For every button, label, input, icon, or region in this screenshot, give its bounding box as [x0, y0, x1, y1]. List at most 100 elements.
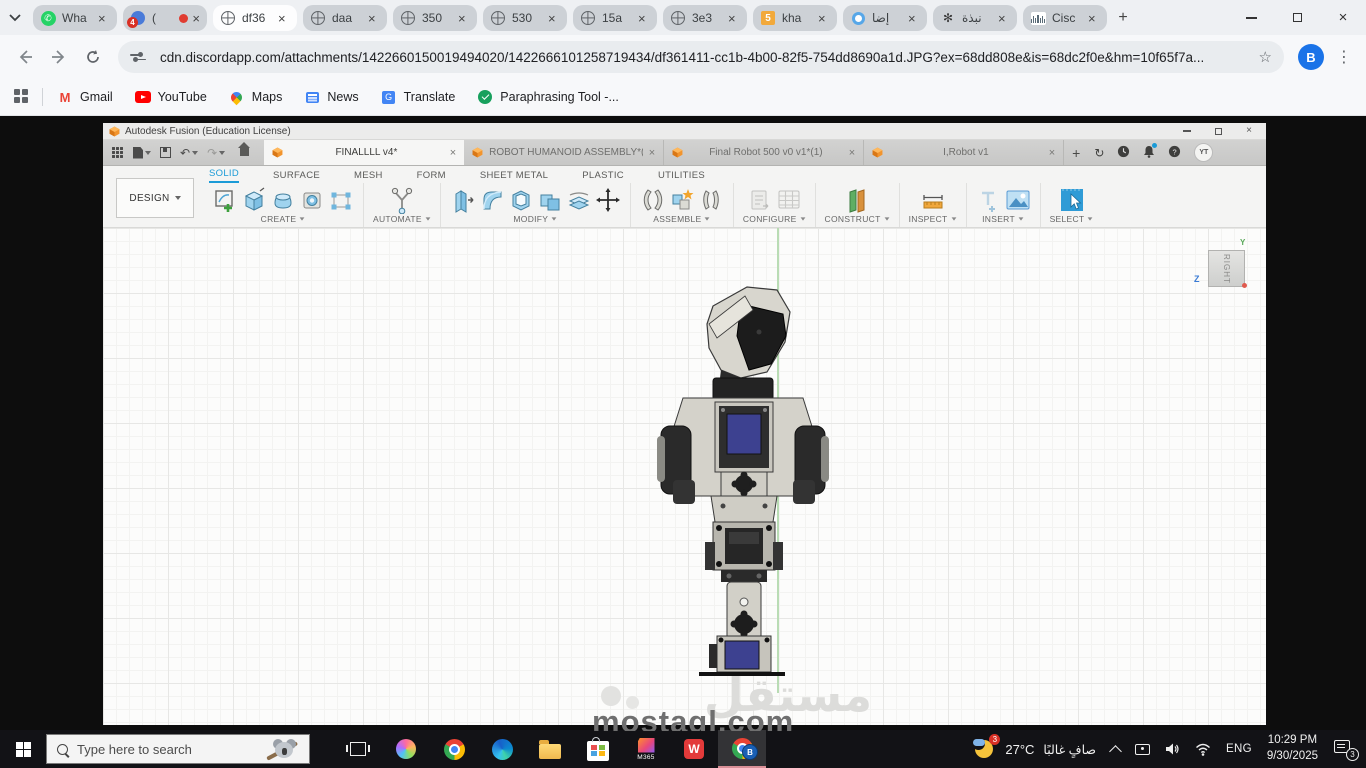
- bookmark-paraphrasing-tool[interactable]: Paraphrasing Tool -...: [477, 89, 619, 105]
- browser-tab-kha[interactable]: 5 kha ×: [753, 5, 837, 31]
- fusion-restore-icon[interactable]: [1215, 128, 1222, 135]
- bookmark-translate[interactable]: G Translate: [381, 89, 456, 105]
- fusion-close-icon[interactable]: ×: [1246, 126, 1252, 136]
- file-menu-icon[interactable]: [133, 147, 151, 159]
- tab-sheet-metal[interactable]: SHEET METAL: [480, 170, 548, 183]
- extrude-icon[interactable]: [241, 186, 267, 214]
- fusion-doc-tab-robot-humanoid[interactable]: ROBOT HUMANOID ASSEMBLY*(1) ×: [464, 140, 664, 165]
- browser-menu-icon[interactable]: ⋮: [1332, 47, 1356, 67]
- group-label-automate[interactable]: AUTOMATE: [373, 214, 431, 224]
- tab-close-icon[interactable]: ×: [368, 12, 376, 25]
- tab-utilities[interactable]: UTILITIES: [658, 170, 705, 183]
- data-panel-icon[interactable]: [112, 147, 124, 159]
- doc-tab-close-icon[interactable]: ×: [450, 147, 456, 159]
- new-tab-button[interactable]: +: [1110, 5, 1136, 31]
- profile-avatar[interactable]: B: [1298, 44, 1324, 70]
- tab-close-icon[interactable]: ×: [908, 12, 916, 25]
- file-explorer-button[interactable]: [526, 730, 574, 768]
- configuration-table-icon[interactable]: [776, 186, 802, 214]
- tab-close-icon[interactable]: ×: [1088, 12, 1096, 25]
- bookmark-youtube[interactable]: YouTube: [135, 89, 207, 105]
- minimize-button[interactable]: [1228, 0, 1274, 35]
- copilot-button[interactable]: [382, 730, 430, 768]
- group-label-create[interactable]: CREATE: [261, 214, 306, 224]
- move-copy-icon[interactable]: [595, 186, 621, 214]
- tab-solid[interactable]: SOLID: [209, 168, 239, 183]
- tab-close-icon[interactable]: ×: [278, 12, 286, 25]
- tab-close-icon[interactable]: ×: [548, 12, 556, 25]
- tab-form[interactable]: FORM: [417, 170, 446, 183]
- browser-tab-15a[interactable]: 15a ×: [573, 5, 657, 31]
- notification-center-button[interactable]: 3: [1334, 739, 1356, 759]
- bookmark-gmail[interactable]: M Gmail: [57, 89, 113, 105]
- fusion-canvas[interactable]: RIGHT Z Y مستقل: [103, 228, 1266, 725]
- weather-temp[interactable]: 27°C: [1005, 742, 1034, 757]
- tab-close-icon[interactable]: ×: [818, 12, 826, 25]
- weather-description[interactable]: صافٍ غالبًا: [1043, 742, 1096, 757]
- browser-tab-df36-active[interactable]: df36 ×: [213, 5, 297, 31]
- hole-icon[interactable]: [299, 186, 325, 214]
- group-label-assemble[interactable]: ASSEMBLE: [653, 214, 710, 224]
- undo-icon[interactable]: ↶: [180, 147, 198, 159]
- taskbar-clock[interactable]: 10:29 PM 9/30/2025: [1267, 733, 1318, 764]
- measure-icon[interactable]: [920, 186, 946, 214]
- back-icon[interactable]: [10, 42, 40, 72]
- forward-icon[interactable]: [44, 42, 74, 72]
- task-view-button[interactable]: [334, 730, 382, 768]
- group-label-construct[interactable]: CONSTRUCT: [825, 214, 890, 224]
- tab-close-icon[interactable]: ×: [458, 12, 466, 25]
- doc-tab-close-icon[interactable]: ×: [649, 147, 655, 159]
- revolve-icon[interactable]: [270, 186, 296, 214]
- press-pull-icon[interactable]: [450, 186, 476, 214]
- group-label-select[interactable]: SELECT: [1050, 214, 1094, 224]
- tab-close-icon[interactable]: ×: [638, 12, 646, 25]
- tab-close-icon[interactable]: ×: [728, 12, 736, 25]
- browser-tab-arabic1[interactable]: إضا ×: [843, 5, 927, 31]
- combine-icon[interactable]: [537, 186, 563, 214]
- doc-tab-close-icon[interactable]: ×: [849, 147, 855, 159]
- viewcube[interactable]: RIGHT: [1208, 250, 1245, 287]
- browser-tab-350[interactable]: 350 ×: [393, 5, 477, 31]
- fusion-doc-tab-final-robot-500[interactable]: Final Robot 500 v0 v1*(1) ×: [664, 140, 864, 165]
- browser-tab-cisco[interactable]: Cisc ×: [1023, 5, 1107, 31]
- reload-icon[interactable]: [78, 42, 108, 72]
- new-component-icon[interactable]: [669, 186, 695, 214]
- group-label-insert[interactable]: INSERT: [982, 214, 1024, 224]
- m365-button[interactable]: M365: [622, 730, 670, 768]
- tab-close-icon[interactable]: ×: [98, 12, 106, 25]
- clock-icon[interactable]: [1117, 145, 1130, 160]
- pattern-icon[interactable]: [328, 186, 354, 214]
- tab-search-chevron-icon[interactable]: [0, 5, 30, 31]
- meet-now-icon[interactable]: [1135, 744, 1150, 755]
- bookmark-maps[interactable]: Maps: [229, 89, 283, 105]
- browser-tab-recording[interactable]: 4 ( ×: [123, 5, 207, 31]
- tab-close-icon[interactable]: ×: [998, 12, 1006, 25]
- url-text[interactable]: cdn.discordapp.com/attachments/142266015…: [160, 50, 1251, 65]
- wifi-icon[interactable]: [1195, 743, 1211, 756]
- tab-plastic[interactable]: PLASTIC: [582, 170, 624, 183]
- home-view-icon[interactable]: [238, 147, 251, 158]
- fusion-doc-tab-irobot[interactable]: I,Robot v1 ×: [864, 140, 1064, 165]
- shell-icon[interactable]: [508, 186, 534, 214]
- weather-icon[interactable]: 3: [971, 737, 998, 761]
- bookmark-star-icon[interactable]: ☆: [1259, 48, 1272, 66]
- configuration-doc-icon[interactable]: [747, 186, 773, 214]
- rigid-group-icon[interactable]: [698, 186, 724, 214]
- doc-tab-close-icon[interactable]: ×: [1049, 147, 1055, 159]
- help-icon[interactable]: ?: [1168, 145, 1181, 160]
- group-label-modify[interactable]: MODIFY: [513, 214, 557, 224]
- joint-icon[interactable]: [640, 186, 666, 214]
- construct-plane-icon[interactable]: [844, 186, 870, 214]
- close-button[interactable]: ×: [1320, 0, 1366, 35]
- address-bar[interactable]: cdn.discordapp.com/attachments/142266015…: [118, 41, 1284, 73]
- microsoft-store-button[interactable]: [574, 730, 622, 768]
- browser-tab-arabic2[interactable]: ✻ نبذة ×: [933, 5, 1017, 31]
- tab-mesh[interactable]: MESH: [354, 170, 383, 183]
- sync-icon[interactable]: ↻: [1094, 147, 1104, 159]
- create-sketch-icon[interactable]: [212, 186, 238, 214]
- speaker-icon[interactable]: [1165, 742, 1180, 756]
- language-indicator[interactable]: ENG: [1226, 743, 1252, 755]
- apps-grid-icon[interactable]: [14, 89, 30, 105]
- split-body-icon[interactable]: [566, 186, 592, 214]
- redo-icon[interactable]: ↷: [207, 147, 225, 159]
